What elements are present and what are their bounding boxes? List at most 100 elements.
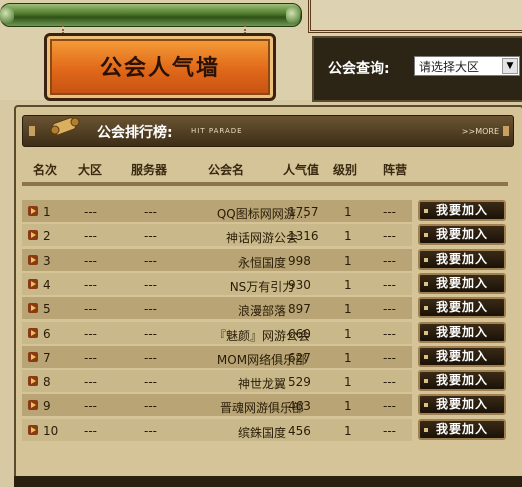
popularity-cell: 897 bbox=[288, 302, 311, 317]
camp-cell: --- bbox=[383, 253, 396, 268]
rank-cell: 6 bbox=[43, 326, 51, 341]
column-header-server: 服务器 bbox=[131, 163, 168, 177]
more-link[interactable]: >>MORE bbox=[462, 127, 499, 136]
rank-cell: 7 bbox=[43, 350, 51, 365]
camp-cell: --- bbox=[383, 277, 396, 292]
camp-cell: --- bbox=[383, 229, 396, 244]
join-guild-button[interactable]: 我要加入 bbox=[418, 370, 506, 392]
region-cell: --- bbox=[84, 205, 97, 219]
table-row: 3 --- --- 永恒国度 998 1 --- bbox=[22, 248, 412, 271]
arrow-bullet-icon bbox=[28, 303, 38, 314]
level-cell: 1 bbox=[344, 423, 352, 438]
camp-cell: --- bbox=[383, 350, 396, 365]
popularity-cell: 1757 bbox=[288, 205, 319, 219]
level-cell: 1 bbox=[344, 277, 352, 292]
column-header-guild: 公会名 bbox=[208, 163, 245, 177]
region-cell: --- bbox=[84, 423, 97, 438]
rank-cell: 1 bbox=[43, 205, 51, 219]
column-header-camp: 阵营 bbox=[383, 163, 408, 177]
server-cell: --- bbox=[144, 350, 157, 365]
server-cell: --- bbox=[144, 205, 157, 219]
table-row: 2 --- --- 神话网游公会 1316 1 --- bbox=[22, 224, 412, 247]
rank-cell: 8 bbox=[43, 375, 51, 390]
server-cell: --- bbox=[144, 277, 157, 292]
bamboo-cap-right bbox=[286, 6, 300, 24]
rank-cell: 3 bbox=[43, 253, 51, 268]
arrow-bullet-icon bbox=[28, 351, 38, 362]
camp-cell: --- bbox=[383, 375, 396, 390]
search-label: 公会查询: bbox=[328, 61, 390, 77]
camp-cell: --- bbox=[383, 423, 396, 438]
region-cell: --- bbox=[84, 229, 97, 244]
region-cell: --- bbox=[84, 350, 97, 365]
guild-search-bar: 公会查询: 请选择大区 ▼ bbox=[312, 36, 522, 102]
level-cell: 1 bbox=[344, 326, 352, 341]
arrow-bullet-icon bbox=[28, 424, 38, 435]
popularity-cell: 998 bbox=[288, 253, 311, 268]
popularity-cell: 660 bbox=[288, 326, 311, 341]
rank-cell: 2 bbox=[43, 229, 51, 244]
chevron-down-icon[interactable]: ▼ bbox=[502, 58, 518, 74]
arrow-bullet-icon bbox=[28, 254, 38, 265]
scroll-icon bbox=[50, 117, 80, 136]
server-cell: --- bbox=[144, 253, 157, 268]
level-cell: 1 bbox=[344, 302, 352, 317]
popularity-cell: 463 bbox=[288, 399, 311, 414]
join-guild-button[interactable]: 我要加入 bbox=[418, 272, 506, 294]
server-cell: --- bbox=[144, 375, 157, 390]
header-ornament-right bbox=[503, 126, 509, 136]
popularity-cell: 456 bbox=[288, 423, 311, 438]
title-banner: 公会人气墙 bbox=[44, 33, 276, 101]
arrow-bullet-icon bbox=[28, 376, 38, 387]
rank-cell: 4 bbox=[43, 277, 51, 292]
region-cell: --- bbox=[84, 302, 97, 317]
arrow-bullet-icon bbox=[28, 230, 38, 241]
column-header-popularity: 人气值 bbox=[283, 163, 320, 177]
rank-cell: 10 bbox=[43, 423, 59, 438]
arrow-bullet-icon bbox=[28, 400, 38, 411]
camp-cell: --- bbox=[383, 326, 396, 341]
popularity-cell: 1316 bbox=[288, 229, 319, 244]
join-guild-button[interactable]: 我要加入 bbox=[418, 394, 506, 416]
ranking-header: 公会排行榜: HIT PARADE >>MORE bbox=[22, 115, 514, 147]
join-guild-button[interactable]: 我要加入 bbox=[418, 345, 506, 367]
server-cell: --- bbox=[144, 229, 157, 244]
join-guild-button[interactable]: 我要加入 bbox=[418, 321, 506, 343]
table-row: 4 --- --- NS万有引力 930 1 --- bbox=[22, 272, 412, 295]
column-header-rank: 名次 bbox=[33, 163, 58, 177]
join-guild-button[interactable]: 我要加入 bbox=[418, 224, 506, 246]
arrow-bullet-icon bbox=[28, 278, 38, 289]
popularity-cell: 529 bbox=[288, 375, 311, 390]
join-guild-button[interactable]: 我要加入 bbox=[418, 248, 506, 270]
region-cell: --- bbox=[84, 399, 97, 414]
camp-cell: --- bbox=[383, 302, 396, 317]
join-guild-button[interactable]: 我要加入 bbox=[418, 297, 506, 319]
level-cell: 1 bbox=[344, 375, 352, 390]
region-cell: --- bbox=[84, 277, 97, 292]
join-guild-button[interactable]: 我要加入 bbox=[418, 200, 506, 221]
level-cell: 1 bbox=[344, 399, 352, 414]
table-row: 1 --- --- QQ图标网网游... 1757 1 --- bbox=[22, 200, 412, 222]
region-cell: --- bbox=[84, 375, 97, 390]
header-ornament-left bbox=[29, 126, 35, 136]
table-row: 6 --- --- 『魅颜』网游公会 660 1 --- bbox=[22, 321, 412, 344]
bamboo-pole-decoration bbox=[0, 3, 302, 27]
ranking-subtitle: HIT PARADE bbox=[191, 127, 243, 135]
level-cell: 1 bbox=[344, 253, 352, 268]
level-cell: 1 bbox=[344, 205, 352, 219]
popularity-cell: 930 bbox=[288, 277, 311, 292]
server-cell: --- bbox=[144, 399, 157, 414]
bottom-border bbox=[14, 476, 522, 487]
table-row: 8 --- --- 神世龙翼 529 1 --- bbox=[22, 370, 412, 393]
rank-cell: 9 bbox=[43, 399, 51, 414]
level-cell: 1 bbox=[344, 350, 352, 365]
region-select-value: 请选择大区 bbox=[419, 60, 480, 74]
region-select[interactable]: 请选择大区 ▼ bbox=[414, 56, 520, 76]
arrow-bullet-icon bbox=[28, 327, 38, 338]
column-header-region: 大区 bbox=[78, 163, 103, 177]
join-guild-button[interactable]: 我要加入 bbox=[418, 418, 506, 440]
bamboo-cap-left bbox=[0, 6, 14, 24]
region-cell: --- bbox=[84, 326, 97, 341]
top-right-frame bbox=[308, 0, 522, 33]
table-row: 10 --- --- 缤銖国度 456 1 --- bbox=[22, 418, 412, 441]
